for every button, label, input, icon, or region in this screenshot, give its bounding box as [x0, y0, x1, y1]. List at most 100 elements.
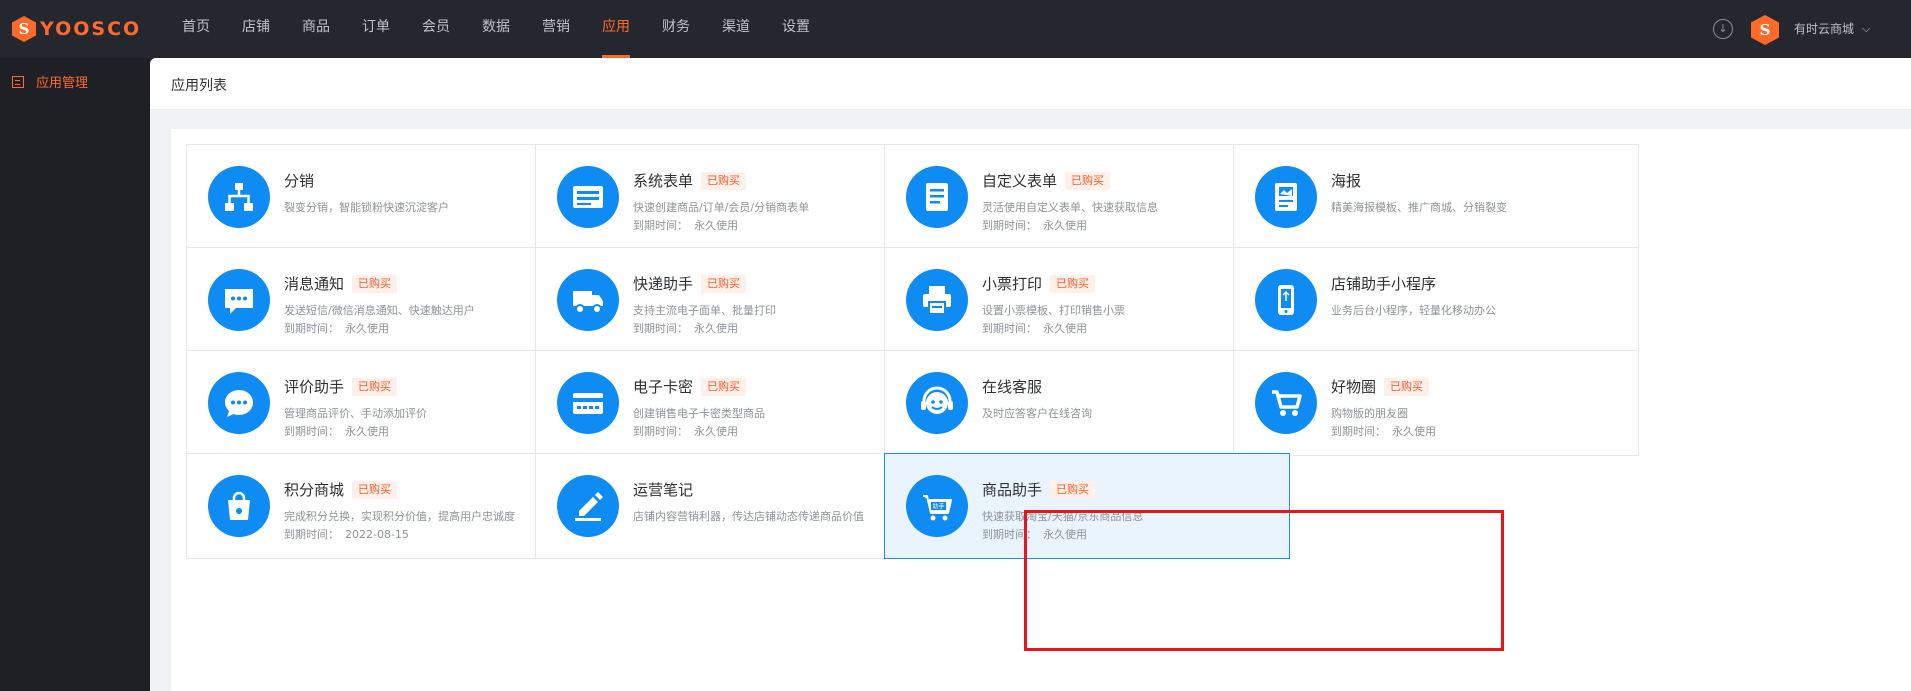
app-title-row: 消息通知 已购买	[284, 273, 398, 294]
expire-label: 到期时间：	[284, 322, 339, 335]
app-title-row: 评价助手 已购买	[284, 376, 398, 397]
expire-value: 永久使用	[694, 322, 738, 335]
expire-label: 到期时间：	[982, 219, 1037, 232]
app-grid-icon	[12, 75, 24, 88]
expire-value: 永久使用	[345, 322, 389, 335]
headset-icon	[906, 372, 968, 434]
comment-icon	[208, 372, 270, 434]
purchased-badge: 已购买	[352, 480, 398, 499]
app-card[interactable]: 海报精美海报模板、推广商城、分销裂变	[1233, 144, 1639, 250]
app-expire-row: 到期时间： 永久使用	[982, 320, 1087, 336]
expire-label: 到期时间：	[284, 528, 339, 541]
main-content: 应用列表 分销 裂变分销，智能锁粉快速沉淀客户 系统表单 已购买 快速创建商品/订单/会…	[150, 58, 1911, 691]
app-card[interactable]: 系统表单 已购买快速创建商品/订单/会员/分销商表单 到期时间： 永久使用	[535, 144, 941, 250]
app-card[interactable]: 分销 裂变分销，智能锁粉快速沉淀客户	[186, 144, 592, 250]
app-description: 设置小票模板、打印销售小票	[982, 304, 1125, 317]
nav-item[interactable]: 会员	[406, 0, 466, 58]
purchased-badge: 已购买	[701, 171, 747, 190]
app-name: 评价助手	[284, 378, 345, 396]
app-name: 海报	[1331, 172, 1362, 190]
page-header: 应用列表	[150, 58, 1911, 110]
expire-label: 到期时间：	[633, 219, 688, 232]
app-card[interactable]: 评价助手 已购买 管理商品评价、手动添加评价 到期时间： 永久使用	[186, 350, 592, 456]
app-title-row: 自定义表单 已购买	[982, 170, 1111, 191]
page-title: 应用列表	[171, 78, 227, 94]
expire-label: 到期时间：	[633, 322, 688, 335]
app-title-row: 积分商城 已购买	[284, 479, 398, 500]
app-card[interactable]: 助手 商品助手 已购买 快速获取淘宝/天猫/京东商品信息 到期时间： 永久使用	[884, 453, 1290, 559]
chevron-down-icon[interactable]: ⌵	[1862, 19, 1870, 39]
app-card[interactable]: 积分商城 已购买完成积分兑换，实现积分价值，提高用户忠诚度 到期时间： 2022-08…	[186, 453, 592, 559]
app-name: 电子卡密	[633, 378, 694, 396]
sidebar-item-app-management[interactable]: 应用管理	[12, 72, 88, 91]
nav-item[interactable]: 财务	[646, 0, 706, 58]
app-title-row: 分销	[284, 170, 314, 191]
app-card[interactable]: 小票打印 已购买设置小票模板、打印销售小票 到期时间： 永久使用	[884, 247, 1290, 353]
app-name: 分销	[284, 172, 315, 190]
expire-value: 永久使用	[1392, 425, 1436, 438]
nav-item[interactable]: 店铺	[226, 0, 286, 58]
app-title-row: 电子卡密 已购买	[633, 376, 747, 397]
app-card[interactable]: 好物圈 已购买购物版的朋友圈到期时间： 永久使用	[1233, 350, 1639, 456]
avatar[interactable]: S	[1751, 15, 1779, 45]
app-expire-row: 到期时间： 永久使用	[1331, 423, 1436, 439]
expire-value: 永久使用	[1043, 219, 1087, 232]
expire-label: 到期时间：	[284, 425, 339, 438]
app-description: 管理商品评价、手动添加评价	[284, 407, 427, 420]
app-card[interactable]: 消息通知 已购买 发送短信/微信消息通知、快速触达用户 到期时间： 永久使用	[186, 247, 592, 353]
app-name: 在线客服	[982, 378, 1043, 396]
expire-label: 到期时间：	[982, 528, 1037, 541]
nav-item[interactable]: 首页	[166, 0, 226, 58]
nav-item[interactable]: 营销	[526, 0, 586, 58]
app-card[interactable]: 快递助手 已购买 支持主流电子面单、批量打印 到期时间： 永久使用	[535, 247, 941, 353]
app-name: 积分商城	[284, 481, 345, 499]
nav-item[interactable]: 数据	[466, 0, 526, 58]
nav-item[interactable]: 商品	[286, 0, 346, 58]
app-name: 系统表单	[633, 172, 694, 190]
nav-item[interactable]: 订单	[346, 0, 406, 58]
app-card[interactable]: 在线客服 及时应答客户在线咨询	[884, 350, 1290, 456]
app-expire-row: 到期时间： 永久使用	[633, 423, 738, 439]
app-card[interactable]: 电子卡密 已购买 创建销售电子卡密类型商品 到期时间： 永久使用	[535, 350, 941, 456]
expire-label: 到期时间：	[982, 322, 1037, 335]
app-description: 购物版的朋友圈	[1331, 407, 1408, 420]
app-expire-row: 到期时间： 永久使用	[633, 320, 738, 336]
app-description: 完成积分兑换，实现积分价值，提高用户忠诚度	[284, 510, 515, 523]
app-title-row: 运营笔记	[633, 479, 693, 500]
app-expire-row: 到期时间： 永久使用	[284, 320, 389, 336]
app-description: 精美海报模板、推广商城、分销裂变	[1331, 201, 1507, 214]
helper-cart-icon: 助手	[906, 475, 968, 537]
cart-icon	[1255, 372, 1317, 434]
purchased-badge: 已购买	[1050, 480, 1096, 499]
download-icon[interactable]: ↓	[1713, 19, 1733, 39]
app-description: 业务后台小程序，轻量化移动办公	[1331, 304, 1496, 317]
expire-label: 到期时间：	[633, 425, 688, 438]
shop-name[interactable]: 有时云商城	[1794, 19, 1854, 39]
expire-value: 永久使用	[694, 219, 738, 232]
card-icon	[557, 372, 619, 434]
phone-icon	[1255, 269, 1317, 331]
app-name: 自定义表单	[982, 172, 1058, 190]
app-description: 快速创建商品/订单/会员/分销商表单	[633, 201, 810, 214]
sidebar: 应用管理	[0, 58, 150, 691]
app-expire-row: 到期时间： 永久使用	[982, 217, 1087, 233]
logo[interactable]: S YOOSCO	[12, 16, 141, 42]
app-name: 店铺助手小程序	[1331, 275, 1437, 293]
app-title-row: 系统表单 已购买	[633, 170, 747, 191]
purchased-badge: 已购买	[701, 274, 747, 293]
app-card[interactable]: 自定义表单 已购买 灵活使用自定义表单、快速获取信息 到期时间： 永久使用	[884, 144, 1290, 250]
expire-value: 2022-08-15	[345, 528, 409, 541]
app-card[interactable]: 店铺助手小程序业务后台小程序，轻量化移动办公	[1233, 247, 1639, 353]
app-card[interactable]: 运营笔记 店铺内容营销利器，传达店铺动态传递商品价值	[535, 453, 941, 559]
nav-item[interactable]: 渠道	[706, 0, 766, 58]
document-icon	[906, 166, 968, 228]
app-expire-row: 到期时间： 永久使用	[633, 217, 738, 233]
nav-item[interactable]: 应用	[586, 0, 646, 58]
pen-icon	[557, 475, 619, 537]
nav-item[interactable]: 设置	[766, 0, 826, 58]
expire-value: 永久使用	[694, 425, 738, 438]
logo-mark: S	[12, 16, 36, 42]
app-title-row: 小票打印 已购买	[982, 273, 1096, 294]
poster-icon	[1255, 166, 1317, 228]
app-title-row: 好物圈 已购买	[1331, 376, 1430, 397]
